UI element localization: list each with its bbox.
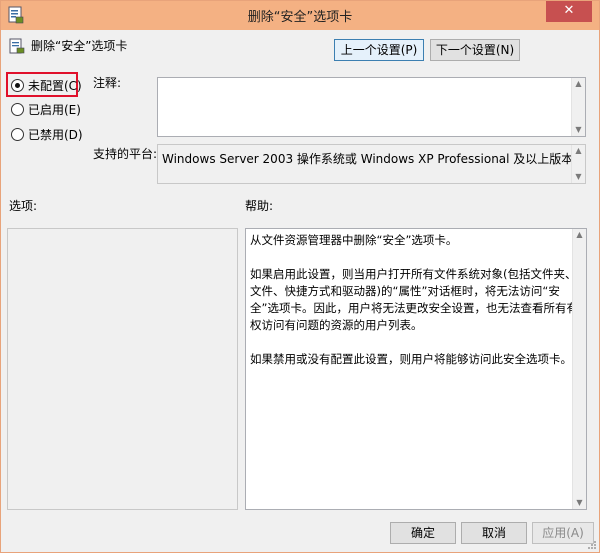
platform-label: 支持的平台: bbox=[93, 147, 158, 161]
next-setting-button[interactable]: 下一个设置(N) bbox=[430, 39, 520, 61]
platform-value: Windows Server 2003 操作系统或 Windows XP Pro… bbox=[162, 152, 574, 166]
policy-dialog: 删除“安全”选项卡 ✕ 删除“安全”选项卡 上一个设置(P) 下一个设置(N) … bbox=[0, 0, 600, 553]
close-button[interactable]: ✕ bbox=[546, 1, 592, 22]
options-panel bbox=[7, 228, 238, 510]
scroll-up-icon[interactable]: ▲ bbox=[572, 78, 585, 90]
help-paragraph: 如果禁用或没有配置此设置，则用户将能够访问此安全选项卡。 bbox=[250, 352, 572, 366]
window-title: 删除“安全”选项卡 bbox=[247, 10, 353, 25]
options-label: 选项: bbox=[9, 199, 38, 213]
radio-dot[interactable] bbox=[11, 127, 24, 141]
scroll-down-icon[interactable]: ▼ bbox=[572, 124, 585, 136]
help-panel: 从文件资源管理器中删除“安全”选项卡。 如果启用此设置，则当用户打开所有文件系统… bbox=[245, 228, 587, 510]
scroll-down-icon[interactable]: ▼ bbox=[573, 497, 586, 509]
radio-disabled[interactable]: 已禁用(D) bbox=[11, 125, 83, 143]
radio-label: 未配置(C) bbox=[28, 78, 82, 93]
help-scrollbar[interactable]: ▲ ▼ bbox=[572, 229, 586, 509]
platform-field: Windows Server 2003 操作系统或 Windows XP Pro… bbox=[157, 144, 586, 184]
radio-dot[interactable] bbox=[11, 102, 24, 116]
scroll-up-icon[interactable]: ▲ bbox=[573, 229, 586, 241]
radio-label: 已启用(E) bbox=[28, 102, 81, 117]
resize-grip-icon[interactable] bbox=[587, 540, 597, 550]
comment-label: 注释: bbox=[93, 76, 122, 90]
comment-field[interactable]: ▲ ▼ bbox=[157, 77, 586, 137]
comment-scrollbar[interactable]: ▲ ▼ bbox=[571, 78, 585, 136]
scroll-up-icon[interactable]: ▲ bbox=[572, 145, 585, 157]
help-paragraph: 如果启用此设置，则当用户打开所有文件系统对象(包括文件夹、文件、快捷方式和驱动器… bbox=[250, 267, 578, 332]
scroll-down-icon[interactable]: ▼ bbox=[572, 171, 585, 183]
cancel-button[interactable]: 取消 bbox=[461, 522, 527, 544]
help-label: 帮助: bbox=[245, 199, 274, 213]
apply-button[interactable]: 应用(A) bbox=[532, 522, 594, 544]
previous-setting-button[interactable]: 上一个设置(P) bbox=[334, 39, 424, 61]
ok-button[interactable]: 确定 bbox=[390, 522, 456, 544]
setting-name: 删除“安全”选项卡 bbox=[31, 39, 128, 53]
radio-enabled[interactable]: 已启用(E) bbox=[11, 100, 81, 118]
title-bar[interactable]: 删除“安全”选项卡 ✕ bbox=[1, 1, 599, 30]
help-paragraph: 从文件资源管理器中删除“安全”选项卡。 bbox=[250, 233, 458, 247]
radio-dot[interactable] bbox=[11, 78, 24, 92]
radio-label: 已禁用(D) bbox=[28, 127, 83, 142]
policy-setting-icon bbox=[9, 38, 25, 54]
help-text: 从文件资源管理器中删除“安全”选项卡。 如果启用此设置，则当用户打开所有文件系统… bbox=[250, 232, 580, 385]
platform-scrollbar[interactable]: ▲ ▼ bbox=[571, 145, 585, 183]
radio-not-configured[interactable]: 未配置(C) bbox=[11, 76, 82, 94]
